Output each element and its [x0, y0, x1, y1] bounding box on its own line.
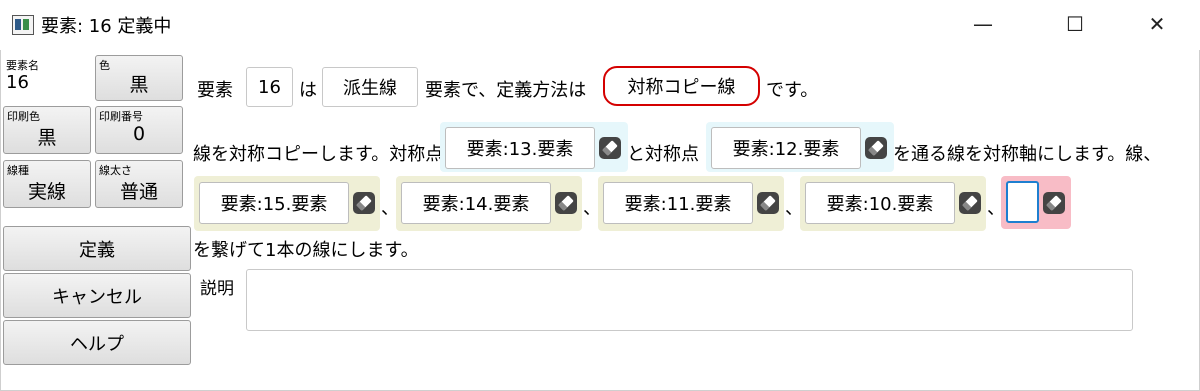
line-width-label: 線太さ [99, 164, 132, 177]
line-field-new[interactable] [1006, 181, 1039, 223]
description-textarea[interactable] [246, 269, 1133, 331]
color-button[interactable]: 色 黒 [95, 55, 183, 101]
eraser-icon[interactable] [553, 190, 579, 216]
print-color-value: 黒 [37, 127, 57, 149]
line-width-value: 普通 [119, 181, 158, 203]
sentence2-prefix: 線を対称コピーします。対称点 [193, 144, 444, 165]
eraser-icon[interactable] [863, 135, 889, 161]
sentence2-connector: と対称点 [627, 144, 699, 165]
define-button[interactable]: 定義 [3, 226, 191, 271]
element-kind-field[interactable]: 派生線 [322, 67, 418, 107]
element-name-label: 要素名 [6, 59, 39, 72]
line-field-2[interactable]: 要素:14.要素 [401, 182, 551, 224]
eraser-icon[interactable] [597, 135, 623, 161]
eraser-icon[interactable] [957, 190, 983, 216]
close-button[interactable]: ✕ [1134, 4, 1180, 44]
minimize-button[interactable]: — [960, 4, 1006, 44]
sentence1-middle: 要素で、定義方法は [425, 80, 587, 101]
symmetry-point2-field[interactable]: 要素:12.要素 [711, 127, 861, 169]
line-field-4[interactable]: 要素:10.要素 [805, 182, 955, 224]
sentence1-suffix: です。 [766, 80, 819, 101]
sentence2-suffix: を通る線を対称軸にします。線、 [893, 144, 1162, 165]
element-number-field[interactable]: 16 [246, 67, 293, 107]
sentence1-particle: は [299, 80, 317, 101]
eraser-icon[interactable] [755, 190, 781, 216]
element-name-value: 16 [6, 72, 29, 93]
line-type-button[interactable]: 線種 実線 [3, 160, 91, 208]
sentence1-prefix: 要素 [197, 80, 233, 101]
window-title: 要素: 16 定義中 [41, 16, 172, 37]
cancel-button[interactable]: キャンセル [3, 273, 191, 318]
line-field-3[interactable]: 要素:11.要素 [603, 182, 753, 224]
line-field-1[interactable]: 要素:15.要素 [199, 182, 349, 224]
line-width-button[interactable]: 線太さ 普通 [95, 160, 183, 208]
print-number-value: 0 [132, 123, 146, 145]
help-button[interactable]: ヘルプ [3, 320, 191, 365]
definition-method-field[interactable]: 対称コピー線 [603, 66, 760, 106]
sentence3: を繋げて1本の線にします。 [193, 240, 419, 261]
app-icon [12, 15, 34, 35]
maximize-button[interactable]: ☐ [1052, 4, 1098, 44]
symmetry-point1-field[interactable]: 要素:13.要素 [445, 127, 595, 169]
print-number-label: 印刷番号 [99, 110, 143, 123]
print-color-label: 印刷色 [7, 110, 40, 123]
eraser-icon[interactable] [1041, 190, 1067, 216]
color-value: 黒 [129, 74, 149, 96]
print-color-button[interactable]: 印刷色 黒 [3, 106, 91, 154]
description-label: 説明 [200, 279, 234, 299]
line-type-label: 線種 [7, 164, 29, 177]
title-bar: 要素: 16 定義中 — ☐ ✕ [0, 0, 1200, 50]
line-type-value: 実線 [27, 181, 66, 203]
print-number-button[interactable]: 印刷番号 0 [95, 106, 183, 154]
eraser-icon[interactable] [351, 190, 377, 216]
